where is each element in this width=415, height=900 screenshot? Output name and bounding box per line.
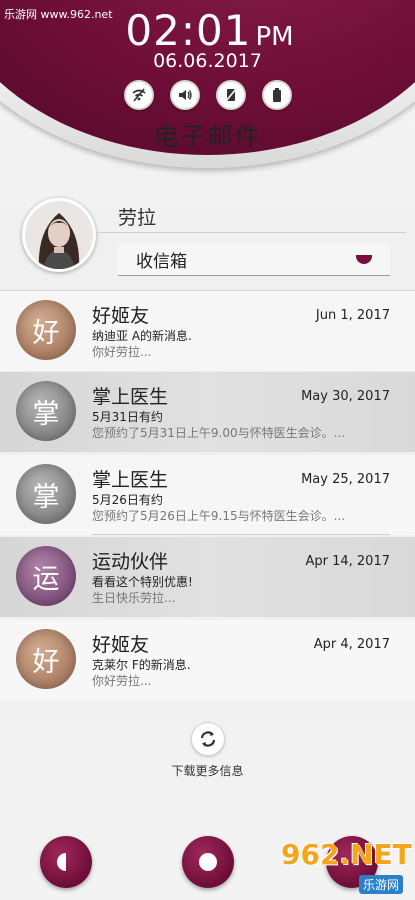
message-row[interactable]: 好 好姬友 Apr 4, 2017 克莱尔 F的新消息. 你好劳拉... <box>0 620 415 700</box>
wifi-off-icon[interactable] <box>123 80 154 110</box>
row-divider <box>92 534 390 535</box>
message-subject: 看看这个特别优惠! <box>92 575 193 589</box>
home-button[interactable] <box>182 836 234 888</box>
load-more-label[interactable]: 下载更多信息 <box>0 762 415 779</box>
message-sender: 掌上医生 <box>92 386 169 408</box>
volume-icon[interactable] <box>169 80 200 110</box>
watermark-logo-text: 962.NET <box>281 838 412 871</box>
watermark-sub-text: 乐游网 <box>358 875 403 894</box>
half-circle-icon <box>57 853 66 871</box>
message-preview: 您预约了5月26日上午9.15与怀特医生会诊。... <box>92 509 346 523</box>
message-row[interactable]: 运 运动伙伴 Apr 14, 2017 看看这个特别优惠! 生日快乐劳拉... <box>0 537 415 617</box>
sender-avatar-icon: 掌 <box>16 381 76 441</box>
message-date: May 30, 2017 <box>301 389 390 404</box>
sender-avatar-icon: 好 <box>16 629 76 689</box>
watermark-logo: 962.NET 乐游网 <box>281 838 412 896</box>
message-sender: 掌上医生 <box>92 469 169 491</box>
mailbox-label: 收信箱 <box>136 252 187 272</box>
message-preview: 你好劳拉... <box>92 674 152 688</box>
message-row[interactable]: 掌 掌上医生 May 30, 2017 5月31日有约 您预约了5月31日上午9… <box>0 372 415 452</box>
message-date: Apr 4, 2017 <box>313 637 390 652</box>
message-date: May 25, 2017 <box>301 472 390 487</box>
battery-icon[interactable] <box>261 80 292 110</box>
home-circle-icon <box>199 853 217 871</box>
clock-date: 06.06.2017 <box>153 50 262 72</box>
message-date: Apr 14, 2017 <box>305 554 390 569</box>
clock-ampm: PM <box>255 22 294 52</box>
message-preview: 您预约了5月31日上午9.00与怀特医生会诊。... <box>92 426 346 440</box>
message-date: Jun 1, 2017 <box>315 308 390 323</box>
clock-time: 02:01 <box>125 6 252 55</box>
sender-avatar-icon: 好 <box>16 300 76 360</box>
vibrate-off-icon[interactable] <box>215 80 246 110</box>
message-row[interactable]: 好 好姬友 Jun 1, 2017 纳迪亚 A的新消息. 你好劳拉... <box>0 291 415 371</box>
phone-screen: 乐游网 www.962.net 02:01 PM 06.06.2017 电子邮件… <box>0 0 415 900</box>
message-preview: 生日快乐劳拉... <box>92 591 176 605</box>
mailbox-dropdown[interactable]: 收信箱 <box>118 244 390 276</box>
chevron-down-icon <box>356 255 372 264</box>
sender-avatar-icon: 掌 <box>16 464 76 524</box>
message-subject: 5月31日有约 <box>92 410 163 424</box>
message-sender: 运动伙伴 <box>92 551 169 573</box>
status-icons <box>0 80 415 110</box>
back-button[interactable] <box>40 836 92 888</box>
app-title: 电子邮件 <box>153 122 262 151</box>
profile-name: 劳拉 <box>118 207 157 229</box>
sender-avatar-icon: 运 <box>16 546 76 606</box>
message-row[interactable]: 掌 掌上医生 May 25, 2017 5月26日有约 您预约了5月26日上午9… <box>0 455 415 535</box>
refresh-icon[interactable] <box>190 722 225 756</box>
profile-divider <box>96 232 406 233</box>
load-more: 下载更多信息 <box>0 722 415 779</box>
message-preview: 你好劳拉... <box>92 345 152 359</box>
message-sender: 好姬友 <box>92 634 150 656</box>
avatar[interactable] <box>22 198 96 272</box>
clock: 02:01 PM <box>0 6 415 55</box>
message-subject: 克莱尔 F的新消息. <box>92 658 191 672</box>
message-subject: 纳迪亚 A的新消息. <box>92 329 192 343</box>
message-subject: 5月26日有约 <box>92 493 163 507</box>
message-sender: 好姬友 <box>92 305 150 327</box>
